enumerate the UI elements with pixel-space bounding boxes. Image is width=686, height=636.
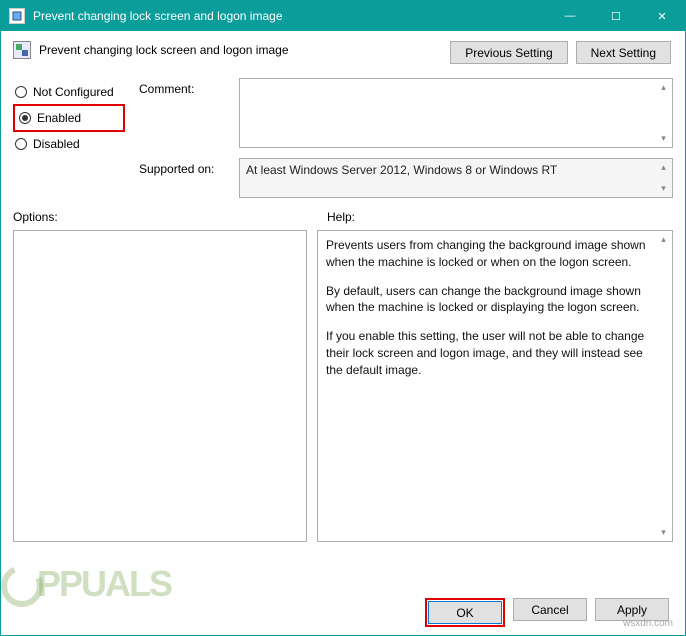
- pane-labels: Options: Help:: [13, 210, 673, 224]
- next-setting-button[interactable]: Next Setting: [576, 41, 671, 64]
- radio-icon: [19, 112, 31, 124]
- policy-title: Prevent changing lock screen and logon i…: [39, 43, 289, 57]
- supported-row: Supported on: At least Windows Server 20…: [139, 158, 673, 198]
- site-watermark: wsxdn.com: [623, 618, 673, 629]
- help-pane[interactable]: Prevents users from changing the backgro…: [317, 230, 673, 542]
- scroll-up-icon[interactable]: ▴: [655, 231, 672, 248]
- radio-label: Disabled: [33, 137, 80, 151]
- radio-icon: [15, 138, 27, 150]
- help-label: Help:: [327, 210, 355, 224]
- help-text: Prevents users from changing the backgro…: [318, 231, 672, 397]
- field-column: Comment: ▴ ▾ Supported on: At least Wind…: [139, 78, 673, 198]
- help-scrollbar[interactable]: ▴ ▾: [655, 231, 672, 541]
- window-title: Prevent changing lock screen and logon i…: [33, 9, 547, 23]
- state-and-fields-row: Not Configured Enabled Disabled Comment:: [13, 78, 673, 198]
- radio-enabled[interactable]: Enabled: [17, 108, 119, 128]
- window-controls: — ☐ ✕: [547, 1, 685, 31]
- comment-value: [240, 79, 672, 99]
- radio-disabled[interactable]: Disabled: [13, 132, 125, 156]
- radio-label: Enabled: [37, 111, 81, 125]
- titlebar[interactable]: Prevent changing lock screen and logon i…: [1, 1, 685, 31]
- minimize-button[interactable]: —: [547, 1, 593, 31]
- dialog-window: Prevent changing lock screen and logon i…: [0, 0, 686, 636]
- scroll-down-icon[interactable]: ▾: [655, 524, 672, 541]
- help-paragraph: If you enable this setting, the user wil…: [326, 328, 652, 378]
- policy-icon: [13, 41, 31, 59]
- comment-scrollbar[interactable]: ▴ ▾: [655, 79, 672, 147]
- header-row: Prevent changing lock screen and logon i…: [13, 41, 673, 64]
- scroll-up-icon[interactable]: ▴: [655, 79, 672, 96]
- scroll-down-icon[interactable]: ▾: [655, 180, 672, 197]
- enabled-highlight: Enabled: [13, 104, 125, 132]
- supported-scrollbar[interactable]: ▴ ▾: [655, 159, 672, 197]
- radio-icon: [15, 86, 27, 98]
- options-label: Options:: [13, 210, 307, 224]
- scroll-down-icon[interactable]: ▾: [655, 130, 672, 147]
- radio-label: Not Configured: [33, 85, 114, 99]
- maximize-button[interactable]: ☐: [593, 1, 639, 31]
- ok-highlight: OK: [425, 598, 505, 627]
- help-paragraph: Prevents users from changing the backgro…: [326, 237, 652, 271]
- nav-buttons: Previous Setting Next Setting: [450, 41, 673, 64]
- supported-label: Supported on:: [139, 158, 229, 176]
- comment-row: Comment: ▴ ▾: [139, 78, 673, 148]
- close-button[interactable]: ✕: [639, 1, 685, 31]
- radio-not-configured[interactable]: Not Configured: [13, 80, 125, 104]
- ok-button[interactable]: OK: [428, 601, 502, 624]
- help-paragraph: By default, users can change the backgro…: [326, 283, 652, 317]
- dialog-content: Prevent changing lock screen and logon i…: [1, 31, 685, 635]
- policy-window-icon: [9, 8, 25, 24]
- comment-textbox[interactable]: ▴ ▾: [239, 78, 673, 148]
- header-left: Prevent changing lock screen and logon i…: [13, 41, 450, 59]
- options-pane[interactable]: [13, 230, 307, 542]
- split-panes: Prevents users from changing the backgro…: [13, 230, 673, 588]
- cancel-button[interactable]: Cancel: [513, 598, 587, 621]
- previous-setting-button[interactable]: Previous Setting: [450, 41, 567, 64]
- supported-textbox: At least Windows Server 2012, Windows 8 …: [239, 158, 673, 198]
- scroll-up-icon[interactable]: ▴: [655, 159, 672, 176]
- state-column: Not Configured Enabled Disabled: [13, 78, 125, 156]
- comment-label: Comment:: [139, 78, 229, 96]
- dialog-footer: OK Cancel Apply: [13, 588, 673, 627]
- supported-value: At least Windows Server 2012, Windows 8 …: [240, 159, 672, 181]
